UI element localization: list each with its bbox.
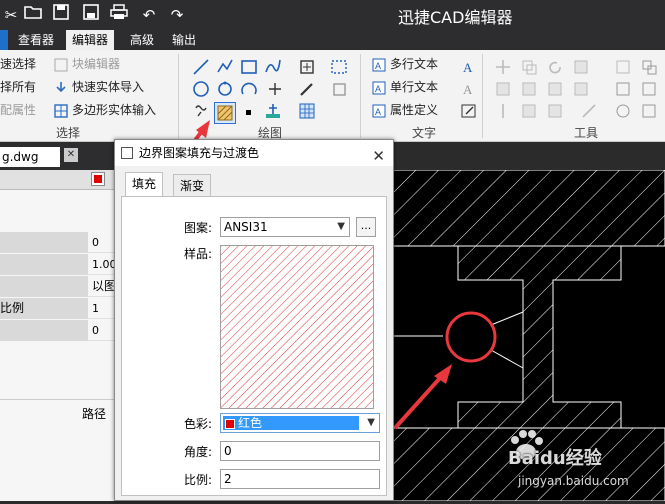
chevron-down-icon: ▼ — [337, 221, 345, 232]
color-value: 红色 — [238, 416, 263, 430]
sample-label: 样品: — [184, 247, 213, 261]
pattern-select[interactable]: ANSI31 ▼ — [220, 217, 350, 237]
watermark-url: jingyan.baidu.com — [518, 474, 629, 488]
fill-tab-panel: 图案: ANSI31 ▼ ... 样品: 色彩: 红色 ▼ 角度: 0 比例: … — [121, 196, 387, 496]
tab-gradient[interactable]: 渐变 — [173, 174, 212, 196]
pattern-label: 图案: — [184, 221, 213, 235]
color-select[interactable]: 红色 ▼ — [220, 413, 380, 433]
dialog-app-icon — [121, 147, 133, 159]
chevron-down-icon: ▼ — [367, 417, 375, 428]
hatch-sample-preview — [220, 245, 374, 409]
hatch-dialog: 边界图案填充与过渡色 ✕ 填充 渐变 图案: ANSI31 ▼ ... 样品: … — [114, 139, 394, 501]
color-swatch — [225, 418, 235, 429]
color-selected-value: 红色 — [223, 416, 359, 430]
dialog-title: 边界图案填充与过渡色 — [139, 146, 260, 160]
scale-input[interactable]: 2 — [220, 469, 380, 489]
dialog-title-bar[interactable]: 边界图案填充与过渡色 ✕ — [115, 140, 393, 166]
angle-input[interactable]: 0 — [220, 441, 380, 461]
close-icon[interactable]: ✕ — [372, 143, 385, 169]
browse-pattern-button[interactable]: ... — [356, 217, 376, 237]
sample-hatch-graphic — [221, 246, 373, 408]
pattern-value: ANSI31 — [224, 220, 268, 234]
watermark-brand: Baidu经验 — [508, 448, 602, 469]
tab-fill[interactable]: 填充 — [125, 172, 164, 196]
color-label: 色彩: — [184, 417, 213, 431]
scale-label: 比例: — [184, 473, 213, 487]
arrow-to-circle — [393, 376, 442, 430]
angle-label: 角度: — [184, 445, 213, 459]
